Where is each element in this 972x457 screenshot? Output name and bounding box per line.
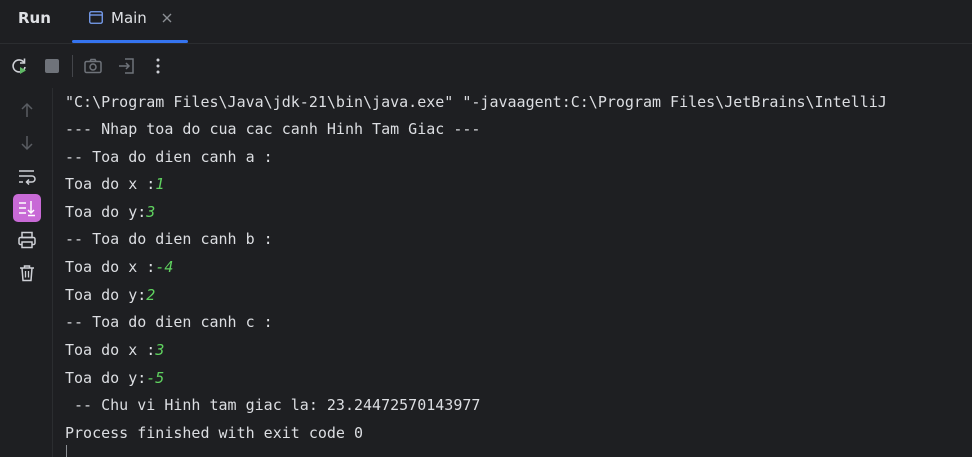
clear-all-button[interactable] <box>13 259 41 287</box>
stop-button[interactable] <box>40 54 64 78</box>
window-icon <box>89 11 103 24</box>
output-text: "C:\Program Files\Java\jdk-21\bin\java.e… <box>65 93 887 111</box>
console-line: Toa do y:2 <box>65 285 155 305</box>
close-icon[interactable] <box>161 12 173 24</box>
arrow-down-icon <box>21 136 33 151</box>
output-text: Toa do y: <box>65 286 147 304</box>
run-tool-window-title: Run <box>18 9 51 27</box>
user-input-text: -5 <box>146 369 165 387</box>
console-output[interactable]: "C:\Program Files\Java\jdk-21\bin\java.e… <box>53 88 972 457</box>
restore-layout-button[interactable] <box>115 54 139 78</box>
user-input-text: 3 <box>155 341 165 359</box>
tab-main[interactable]: Main <box>72 0 188 43</box>
print-button[interactable] <box>13 226 41 254</box>
user-input-text: 3 <box>146 203 156 221</box>
output-text: -- Chu vi Hinh tam giac la: 23.244725701… <box>65 396 481 414</box>
console-line: "C:\Program Files\Java\jdk-21\bin\java.e… <box>65 92 887 112</box>
user-input-text: -4 <box>155 258 174 276</box>
more-icon <box>156 58 160 74</box>
console-line: Toa do x :3 <box>65 340 164 360</box>
scroll-to-end-toggle[interactable] <box>13 194 41 222</box>
soft-wrap-button[interactable] <box>13 162 41 190</box>
more-options-button[interactable] <box>146 54 170 78</box>
soft-wrap-icon <box>19 170 36 185</box>
console-line: Process finished with exit code 0 <box>65 423 363 443</box>
rerun-icon <box>12 58 26 74</box>
run-toolbar <box>0 44 972 88</box>
text-caret <box>66 445 67 457</box>
console-line: Toa do x :-4 <box>65 257 173 277</box>
console-line: -- Toa do dien canh b : <box>65 229 273 249</box>
user-input-text: 2 <box>146 286 156 304</box>
console-line: Toa do y:3 <box>65 202 155 222</box>
rerun-button[interactable] <box>7 54 31 78</box>
console-line: Toa do y:-5 <box>65 368 164 388</box>
previous-occurrence-button[interactable] <box>13 96 41 124</box>
print-icon <box>18 231 36 249</box>
camera-icon <box>84 58 102 74</box>
screenshot-button[interactable] <box>81 54 105 78</box>
output-text: Process finished with exit code 0 <box>65 424 364 442</box>
trash-icon <box>20 265 34 282</box>
output-text: Toa do x : <box>65 258 156 276</box>
console-side-toolbar <box>0 88 53 457</box>
output-text: Toa do y: <box>65 203 147 221</box>
toolbar-separator <box>72 55 73 77</box>
console-line: --- Nhap toa do cua cac canh Hinh Tam Gi… <box>65 119 480 139</box>
output-text: -- Toa do dien canh b : <box>65 230 273 248</box>
console-line: -- Toa do dien canh c : <box>65 312 273 332</box>
console-line: Toa do x :1 <box>65 174 164 194</box>
stop-icon <box>45 59 59 73</box>
output-text: Toa do y: <box>65 369 147 387</box>
tab-selected-indicator <box>72 40 188 43</box>
tool-window-header: Run Main <box>0 0 972 44</box>
user-input-text: 1 <box>155 175 165 193</box>
output-text: Toa do x : <box>65 175 156 193</box>
console-line: -- Toa do dien canh a : <box>65 147 273 167</box>
scroll-to-end-icon <box>19 201 35 217</box>
next-occurrence-button[interactable] <box>13 129 41 157</box>
output-text: Toa do x : <box>65 341 156 359</box>
output-text: -- Toa do dien canh a : <box>65 148 273 166</box>
console-line: -- Chu vi Hinh tam giac la: 23.244725701… <box>65 395 480 415</box>
output-text: -- Toa do dien canh c : <box>65 313 273 331</box>
arrow-up-icon <box>21 102 33 117</box>
restore-layout-icon <box>119 58 134 74</box>
tab-main-label: Main <box>111 9 147 27</box>
output-text: --- Nhap toa do cua cac canh Hinh Tam Gi… <box>65 120 481 138</box>
